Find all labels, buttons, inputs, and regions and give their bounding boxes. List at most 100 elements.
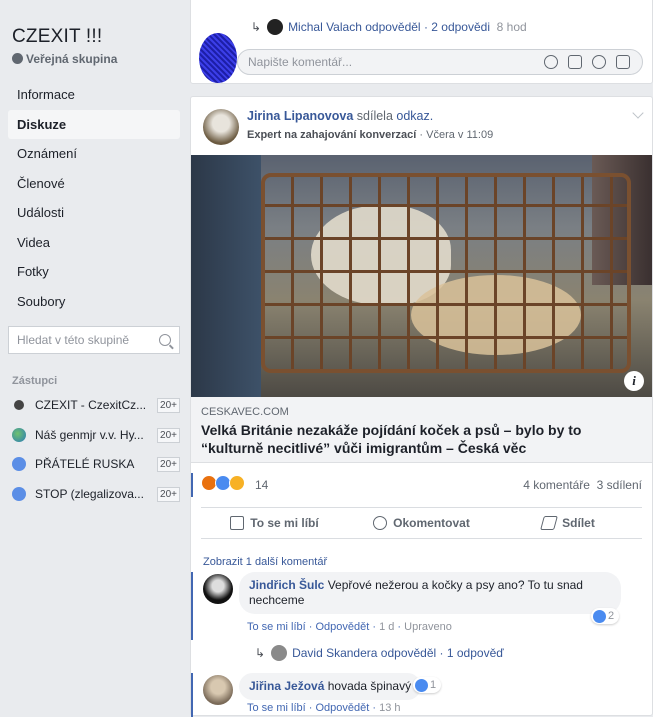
post-time[interactable]: Včera v 11:09 xyxy=(426,129,493,141)
group-type-label: Veřejná skupina xyxy=(26,52,118,66)
sub-reply-summary[interactable]: ↳ David Skandera odpověděl · 1 odpověď xyxy=(255,645,504,661)
group-icon xyxy=(12,487,26,501)
nav-item-diskuze[interactable]: Diskuze xyxy=(8,109,180,139)
group-name[interactable]: CZEXIT !!! xyxy=(12,26,102,48)
comment-like-link[interactable]: To se mi líbí xyxy=(247,621,306,633)
post-meta: Expert na zahajování konverzací · Včera … xyxy=(247,129,494,141)
shortcut-count: 20+ xyxy=(157,486,180,502)
comment: Jiřina Ježová hovada špinavý To se mi lí… xyxy=(191,673,652,717)
comment: Jindřich Šulc Vepřové nežerou a kočky a … xyxy=(191,572,652,664)
comment-edited[interactable]: Upraveno xyxy=(404,621,452,633)
comment-actions: To se mi líbí · Odpovědět · 13 h xyxy=(247,702,401,714)
sub-reply-author[interactable]: David Skandera xyxy=(292,646,377,660)
like-button[interactable]: To se mi líbí xyxy=(201,508,348,538)
comment-actions: To se mi líbí · Odpovědět · 1 d · Uprave… xyxy=(247,621,452,633)
reactions-row: 14 4 komentáře 3 sdílení xyxy=(191,471,652,497)
shortcut-label: PŘÁTELÉ RUSKA xyxy=(35,457,135,471)
comment-author[interactable]: Jindřich Šulc xyxy=(249,578,324,592)
camera-icon[interactable] xyxy=(568,55,582,69)
feed: ↳ Michal Valach odpověděl · 2 odpovědi 8… xyxy=(190,0,653,717)
skull-icon xyxy=(14,400,24,410)
group-type: Veřejná skupina xyxy=(12,52,117,66)
comment-author[interactable]: Jiřina Ježová xyxy=(249,679,324,693)
comment-like-count: 1 xyxy=(430,679,437,691)
link-preview[interactable]: CESKAVEC.COM Velká Británie nezakáže poj… xyxy=(191,397,652,463)
avatar xyxy=(199,33,237,83)
avatar[interactable] xyxy=(203,675,233,705)
group-icon xyxy=(12,457,26,471)
nav-item-informace[interactable]: Informace xyxy=(8,80,180,110)
comment-reply-link[interactable]: Odpovědět xyxy=(315,702,369,714)
comment-box xyxy=(237,49,643,75)
reply-author[interactable]: Michal Valach xyxy=(288,20,362,34)
shortcut-item[interactable]: PŘÁTELÉ RUSKA 20+ xyxy=(12,454,180,474)
group-search-input[interactable] xyxy=(17,333,159,347)
reply-count[interactable]: 2 odpovědi xyxy=(431,20,490,34)
avatar[interactable] xyxy=(203,574,233,604)
comments-count[interactable]: 4 komentáře xyxy=(523,478,590,492)
search-icon[interactable] xyxy=(159,334,171,346)
info-icon[interactable]: i xyxy=(624,371,644,391)
engagement-stats: 4 komentáře 3 sdílení xyxy=(523,478,642,492)
like-label: To se mi líbí xyxy=(250,516,319,530)
comment-time[interactable]: 13 h xyxy=(379,702,400,714)
post-header: Jirina Lipanovova sdílela odkaz. xyxy=(247,109,433,123)
chevron-down-icon[interactable] xyxy=(632,107,644,119)
reply-summary[interactable]: ↳ Michal Valach odpověděl · 2 odpovědi 8… xyxy=(251,19,527,35)
post-object[interactable]: odkaz. xyxy=(396,109,433,123)
sticker-icon[interactable] xyxy=(616,55,630,69)
comment-bubble: Jindřich Šulc Vepřové nežerou a kočky a … xyxy=(239,572,621,614)
comment-like-link[interactable]: To se mi líbí xyxy=(247,702,306,714)
shortcut-count: 20+ xyxy=(157,427,180,443)
post-actions: To se mi líbí Okomentovat Sdílet xyxy=(201,507,642,539)
comment-label: Okomentovat xyxy=(393,516,470,530)
avatar xyxy=(271,645,288,661)
more-comments-link[interactable]: Zobrazit 1 další komentář xyxy=(203,556,327,568)
avatar[interactable] xyxy=(203,109,239,145)
comment-icon xyxy=(373,516,388,530)
focus-bar xyxy=(191,473,193,497)
post-author[interactable]: Jirina Lipanovova xyxy=(247,109,353,123)
comment-text: hovada špinavý xyxy=(327,679,412,693)
nav-item-videa[interactable]: Videa xyxy=(8,228,180,258)
gif-icon[interactable] xyxy=(592,55,606,69)
comment-time[interactable]: 1 d xyxy=(379,621,394,633)
image-cage xyxy=(261,173,631,373)
shortcut-label: Náš genmjr v.v. Hy... xyxy=(35,428,144,442)
shortcut-item[interactable]: STOP (zlegalizova... 20+ xyxy=(12,484,180,504)
reply-arrow-icon: ↳ xyxy=(251,20,262,34)
shortcut-count: 20+ xyxy=(157,456,180,472)
like-reaction-icon xyxy=(593,609,606,623)
comment-likes[interactable]: 1 xyxy=(413,677,441,693)
thumb-up-icon xyxy=(230,516,245,530)
comment-likes[interactable]: 2 xyxy=(591,608,619,624)
shortcut-item[interactable]: CZEXIT - CzexitCz... 20+ xyxy=(12,395,180,415)
nav-item-fotky[interactable]: Fotky xyxy=(8,257,180,287)
link-domain: CESKAVEC.COM xyxy=(201,406,289,418)
reply-time: 8 hod xyxy=(496,20,527,34)
nav-item-soubory[interactable]: Soubory xyxy=(8,287,180,317)
reaction-count[interactable]: 14 xyxy=(255,478,268,492)
comment-button[interactable]: Okomentovat xyxy=(348,508,495,538)
shares-count[interactable]: 3 sdílení xyxy=(597,478,642,492)
haha-reaction-icon[interactable] xyxy=(229,475,245,491)
badge-label: Expert na zahajování konverzací xyxy=(247,129,417,141)
emoji-icon[interactable] xyxy=(544,55,558,69)
comment-bubble: Jiřina Ježová hovada špinavý xyxy=(239,673,422,700)
nav-item-clenove[interactable]: Členové xyxy=(8,169,180,199)
link-image[interactable]: i xyxy=(191,155,652,397)
post-action: sdílela xyxy=(356,109,393,123)
group-search xyxy=(8,326,180,354)
reply-action: odpověděl xyxy=(365,20,421,34)
nav-item-oznameni[interactable]: Oznámení xyxy=(8,139,180,169)
share-button[interactable]: Sdílet xyxy=(495,508,642,538)
nav-item-udalosti[interactable]: Události xyxy=(8,198,180,228)
shortcut-item[interactable]: Náš genmjr v.v. Hy... 20+ xyxy=(12,425,180,445)
comment-input[interactable] xyxy=(248,55,544,69)
link-title[interactable]: Velká Británie nezakáže pojídání koček a… xyxy=(201,421,621,457)
comment-reply-link[interactable]: Odpovědět xyxy=(315,621,369,633)
previous-post-card: ↳ Michal Valach odpověděl · 2 odpovědi 8… xyxy=(190,0,653,84)
avatar xyxy=(267,19,284,35)
globe-icon xyxy=(12,53,23,64)
sub-reply-count[interactable]: 1 odpověď xyxy=(447,646,504,660)
